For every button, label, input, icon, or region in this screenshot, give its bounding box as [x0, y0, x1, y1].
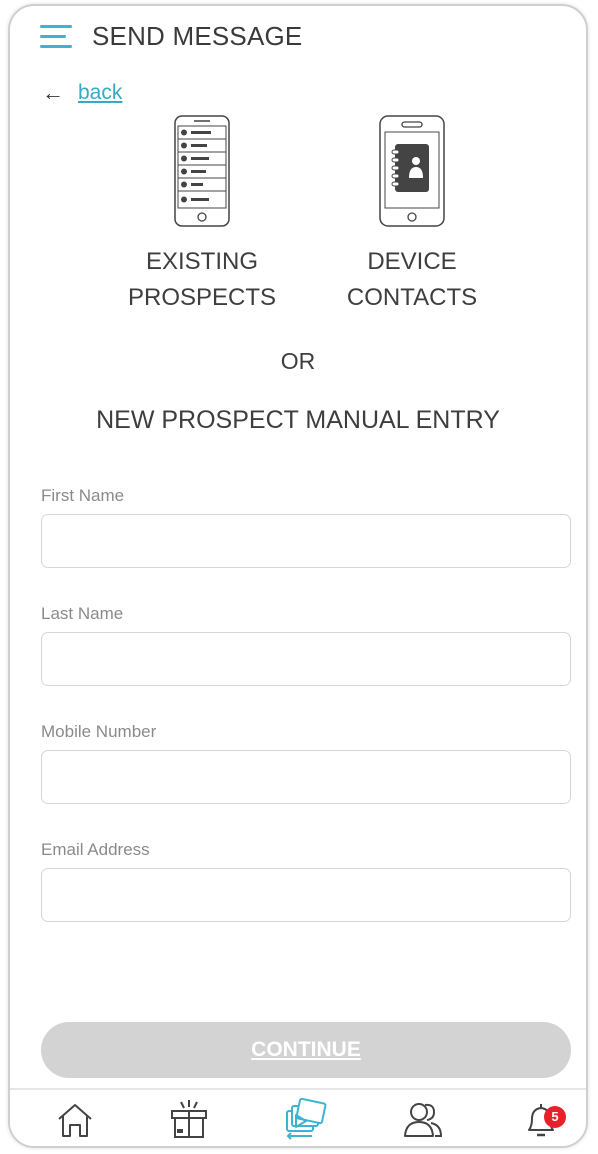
- phone-contacts-book-icon: [379, 115, 445, 227]
- last-name-input[interactable]: [42, 633, 570, 685]
- device-contacts-option[interactable]: DEVICE CONTACTS: [312, 114, 512, 316]
- arrow-left-icon[interactable]: ←: [42, 82, 64, 104]
- tab-gifts[interactable]: [164, 1098, 214, 1144]
- last-name-field[interactable]: [41, 632, 571, 686]
- existing-prospects-label: EXISTING PROSPECTS: [127, 248, 277, 311]
- first-name-input[interactable]: [42, 515, 570, 567]
- mobile-number-field[interactable]: [41, 750, 571, 804]
- manual-entry-heading: NEW PROSPECT MANUAL ENTRY: [96, 406, 500, 434]
- back-row: ← back: [42, 78, 122, 108]
- or-divider-text: OR: [280, 348, 316, 374]
- tab-people[interactable]: [398, 1098, 448, 1144]
- bottom-tab-bar: 5: [10, 1088, 586, 1146]
- email-address-label: Email Address: [41, 840, 150, 859]
- back-link[interactable]: back: [78, 81, 122, 105]
- media-messages-icon: [286, 1098, 327, 1140]
- mobile-number-input[interactable]: [42, 751, 570, 803]
- app-header: SEND MESSAGE: [10, 6, 586, 68]
- phone-frame: SEND MESSAGE ← back EXISTING PROSPECTS D…: [8, 4, 588, 1148]
- last-name-label: Last Name: [41, 604, 124, 623]
- prospect-list-phone-icon: [174, 115, 230, 227]
- existing-prospects-option[interactable]: EXISTING PROSPECTS: [102, 114, 302, 316]
- notification-count-badge: 5: [544, 1106, 566, 1128]
- tab-home[interactable]: [50, 1098, 100, 1144]
- mobile-number-label: Mobile Number: [41, 722, 157, 741]
- page-title: SEND MESSAGE: [92, 21, 303, 51]
- first-name-field[interactable]: [41, 514, 571, 568]
- home-icon: [58, 1104, 92, 1137]
- people-icon: [404, 1103, 443, 1137]
- email-address-input[interactable]: [42, 869, 570, 921]
- email-address-field[interactable]: [41, 868, 571, 922]
- first-name-label: First Name: [41, 486, 125, 505]
- tab-media[interactable]: [282, 1098, 332, 1144]
- tab-notifications[interactable]: 5: [516, 1098, 566, 1144]
- hamburger-menu-icon[interactable]: [40, 25, 72, 49]
- device-contacts-label: DEVICE CONTACTS: [346, 248, 478, 311]
- continue-button[interactable]: CONTINUE: [41, 1022, 571, 1078]
- gift-box-icon: [171, 1100, 207, 1138]
